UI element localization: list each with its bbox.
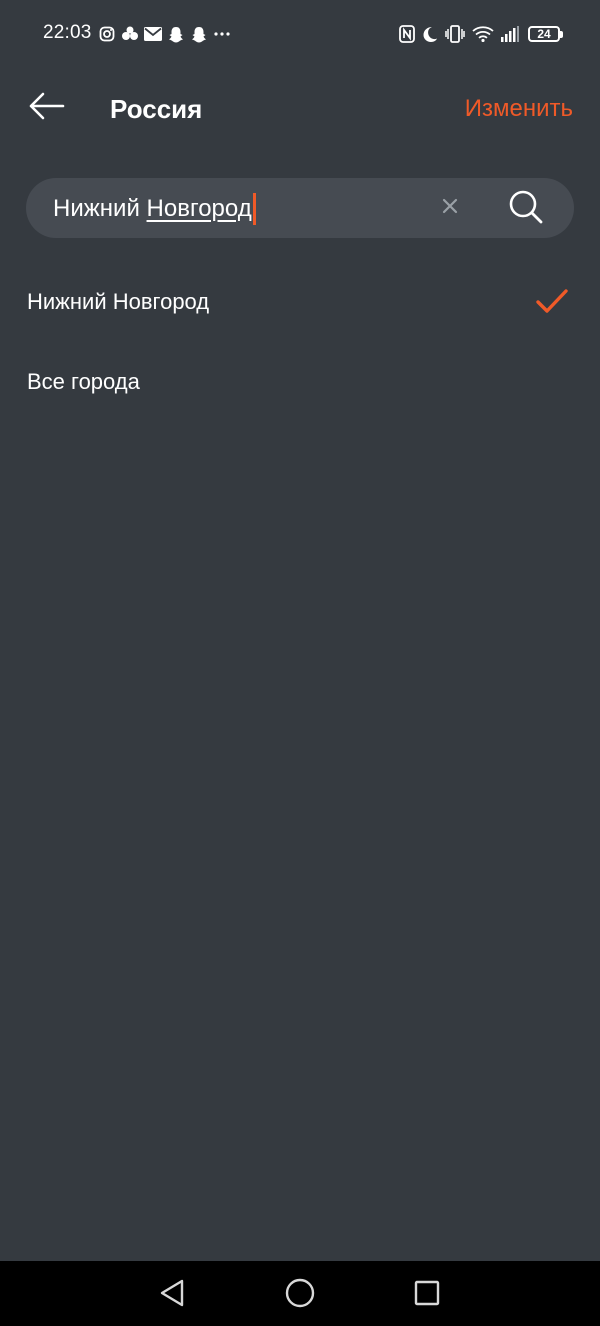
status-time: 22:03	[43, 22, 92, 43]
snapchat-icon	[190, 25, 208, 43]
text-cursor	[252, 193, 256, 225]
search-field[interactable]: Нижний Новгород	[26, 178, 574, 238]
back-triangle-icon	[159, 1279, 185, 1312]
nfc-icon	[399, 24, 415, 44]
battery-icon: 24	[528, 26, 563, 42]
system-navigation-bar	[0, 1261, 600, 1326]
snapchat-icon	[167, 25, 185, 43]
mail-icon	[144, 25, 162, 43]
nav-back-button[interactable]	[152, 1275, 192, 1315]
system-icons: 24	[392, 23, 563, 45]
back-button[interactable]	[26, 90, 68, 126]
notification-icons	[98, 24, 236, 44]
city-list: Нижний Новгород Все города	[0, 262, 600, 422]
list-item[interactable]: Нижний Новгород	[0, 262, 600, 342]
edit-button[interactable]: Изменить	[465, 95, 573, 123]
status-bar: 22:03 24	[0, 0, 600, 66]
search-value-composing: Новгород	[146, 195, 252, 222]
list-item-label: Нижний Новгород	[27, 289, 210, 314]
recents-square-icon	[414, 1280, 440, 1311]
page-title: Россия	[110, 94, 203, 124]
close-icon	[442, 198, 458, 219]
do-not-disturb-moon-icon	[422, 24, 438, 44]
search-submit-button[interactable]	[506, 189, 546, 229]
list-item-label: Все города	[27, 369, 140, 394]
more-dots-icon	[213, 25, 231, 43]
nav-home-button[interactable]	[280, 1275, 320, 1315]
search-value-prefix: Нижний	[53, 195, 147, 222]
nav-recents-button[interactable]	[407, 1275, 447, 1315]
search-icon	[508, 189, 544, 230]
vibrate-icon	[445, 24, 465, 44]
instagram-icon	[98, 25, 116, 43]
arrow-left-icon	[29, 92, 65, 125]
signal-icon	[501, 24, 519, 44]
messenger-icon	[121, 25, 139, 43]
list-item[interactable]: Все города	[0, 342, 600, 422]
top-app-bar: Россия Изменить	[0, 66, 600, 152]
home-circle-icon	[285, 1278, 315, 1313]
search-input[interactable]: Нижний Новгород	[53, 193, 256, 225]
checkmark-icon	[535, 286, 569, 316]
clear-search-button[interactable]	[436, 194, 464, 222]
wifi-icon	[472, 24, 494, 44]
